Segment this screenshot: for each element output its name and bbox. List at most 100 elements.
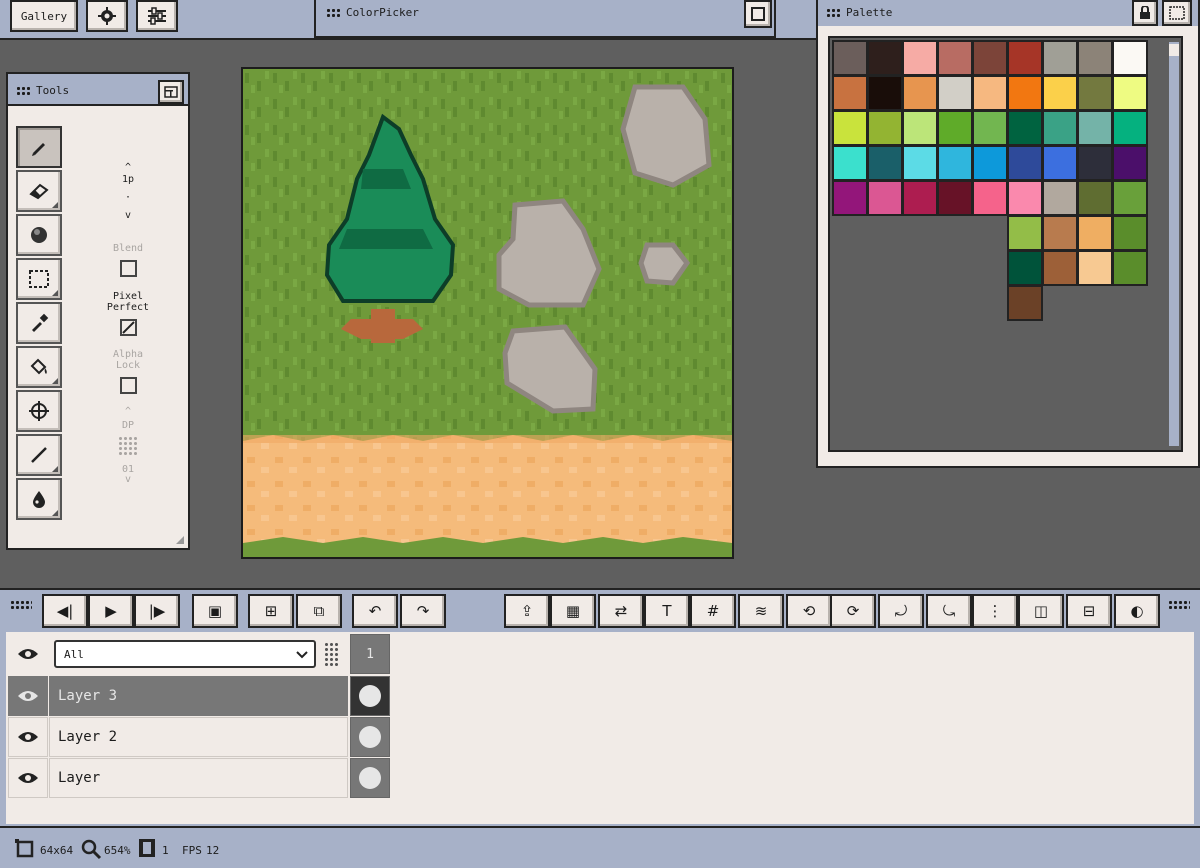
palette-swatch[interactable] — [1042, 250, 1078, 286]
layer-visibility-toggle[interactable] — [8, 717, 48, 757]
palette-swatch[interactable] — [1007, 250, 1043, 286]
rotate-v-button[interactable]: ⟳ — [830, 594, 876, 628]
prev-frame-button[interactable]: ◀| — [42, 594, 88, 628]
palette-swatch[interactable] — [1007, 110, 1043, 146]
dp-grid-icon[interactable] — [118, 436, 138, 456]
redo-button[interactable]: ↷ — [400, 594, 446, 628]
pencil-tool[interactable] — [16, 126, 62, 168]
tools-menu-button[interactable] — [158, 80, 184, 104]
palette-swatch[interactable] — [1042, 180, 1078, 216]
ink-tool[interactable] — [16, 478, 62, 520]
drawing-canvas[interactable] — [241, 67, 734, 559]
palette-swatch[interactable] — [832, 145, 868, 181]
palette-swatch[interactable] — [1007, 40, 1043, 76]
play-button[interactable]: ▶ — [88, 594, 134, 628]
palette-swatch[interactable] — [972, 75, 1008, 111]
layer-name[interactable]: Layer 2 — [49, 717, 348, 757]
palette-swatch[interactable] — [1007, 75, 1043, 111]
scrollbar-up-icon[interactable] — [1169, 44, 1179, 56]
palette-swatch[interactable] — [1112, 180, 1148, 216]
palette-swatch[interactable] — [972, 110, 1008, 146]
palette-swatch[interactable] — [1042, 40, 1078, 76]
layer-options-grip-icon[interactable] — [324, 642, 340, 666]
palette-swatch[interactable] — [937, 75, 973, 111]
settings-button[interactable] — [86, 0, 128, 32]
colorpicker-maximize-button[interactable] — [744, 0, 772, 28]
undo-button[interactable]: ↶ — [352, 594, 398, 628]
layers-button[interactable]: ≋ — [738, 594, 784, 628]
palette-swatch[interactable] — [937, 110, 973, 146]
toolbar-grip-icon[interactable] — [10, 600, 32, 610]
palette-scrollbar[interactable] — [1169, 42, 1179, 446]
dp-down-icon[interactable]: v — [100, 474, 156, 485]
palette-menu-button[interactable] — [1162, 0, 1192, 26]
palette-swatch[interactable] — [1112, 40, 1148, 76]
line-tool[interactable] — [16, 434, 62, 476]
palette-swatch[interactable] — [1112, 145, 1148, 181]
rotate-h-button[interactable]: ⟲ — [786, 594, 832, 628]
alpha-lock-checkbox[interactable] — [120, 377, 137, 394]
fill-tool[interactable] — [16, 346, 62, 388]
palette-swatch[interactable] — [1077, 250, 1113, 286]
toggle-all-visibility-button[interactable] — [8, 634, 48, 674]
palette-swatch[interactable] — [937, 40, 973, 76]
layer-row-3[interactable]: Layer 3 — [8, 676, 390, 716]
palette-swatch[interactable] — [1077, 40, 1113, 76]
save-frame-button[interactable]: ▣ — [192, 594, 238, 628]
palette-swatch[interactable] — [867, 40, 903, 76]
layer-filter-select[interactable]: All — [54, 640, 316, 668]
palette-swatch[interactable] — [937, 145, 973, 181]
palette-swatch[interactable] — [1042, 110, 1078, 146]
palette-swatch[interactable] — [1112, 110, 1148, 146]
brush-size-down-icon[interactable]: v — [100, 210, 156, 221]
text-button[interactable]: T — [644, 594, 690, 628]
palette-swatch[interactable] — [1077, 215, 1113, 251]
move-tool[interactable] — [16, 390, 62, 432]
eraser-tool[interactable] — [16, 170, 62, 212]
toolbar-grip-right-icon[interactable] — [1168, 600, 1190, 610]
duplicate-frame-button[interactable]: ⧉ — [296, 594, 342, 628]
next-frame-button[interactable]: |▶ — [134, 594, 180, 628]
contrast-button[interactable]: ◐ — [1114, 594, 1160, 628]
layer-visibility-toggle[interactable] — [8, 758, 48, 798]
rotate-ccw-button[interactable]: ⤿ — [926, 594, 972, 628]
select-all-button[interactable]: ▦ — [550, 594, 596, 628]
tools-title-bar[interactable]: Tools — [16, 84, 69, 97]
resize-handle[interactable] — [176, 536, 184, 544]
colorpicker-header[interactable]: ColorPicker — [326, 6, 419, 19]
palette-swatch[interactable] — [1077, 145, 1113, 181]
palette-swatch[interactable] — [1112, 215, 1148, 251]
mirror-button[interactable]: ⋮ — [972, 594, 1018, 628]
grid-button[interactable]: # — [690, 594, 736, 628]
palette-swatch[interactable] — [972, 145, 1008, 181]
palette-swatch[interactable] — [1007, 285, 1043, 321]
palette-swatch[interactable] — [902, 110, 938, 146]
flip-button[interactable]: ⇄ — [598, 594, 644, 628]
frame-number-header[interactable]: 1 — [350, 634, 390, 674]
palette-swatch[interactable] — [1007, 145, 1043, 181]
pixel-perfect-checkbox[interactable] — [120, 319, 137, 336]
layer-name[interactable]: Layer 3 — [49, 676, 348, 716]
palette-swatch[interactable] — [867, 180, 903, 216]
options-button[interactable] — [136, 0, 178, 32]
palette-swatch[interactable] — [1042, 75, 1078, 111]
palette-swatch[interactable] — [1042, 215, 1078, 251]
eyedropper-tool[interactable] — [16, 302, 62, 344]
palette-swatch[interactable] — [902, 145, 938, 181]
palette-title-bar[interactable]: Palette — [826, 6, 892, 19]
palette-swatch[interactable] — [1112, 250, 1148, 286]
palette-swatch[interactable] — [1112, 75, 1148, 111]
palette-lock-button[interactable] — [1132, 0, 1158, 26]
palette-swatch[interactable] — [1007, 215, 1043, 251]
palette-swatch[interactable] — [902, 75, 938, 111]
selection-tool[interactable] — [16, 258, 62, 300]
palette-swatch[interactable] — [937, 180, 973, 216]
palette-swatch[interactable] — [832, 75, 868, 111]
add-frame-button[interactable]: ⊞ — [248, 594, 294, 628]
palette-swatch[interactable] — [902, 180, 938, 216]
palette-swatch[interactable] — [1077, 180, 1113, 216]
export-button[interactable]: ⇪ — [504, 594, 550, 628]
palette-swatch[interactable] — [1007, 180, 1043, 216]
palette-swatch[interactable] — [867, 110, 903, 146]
brush-size-up-icon[interactable]: ^ — [100, 162, 156, 173]
